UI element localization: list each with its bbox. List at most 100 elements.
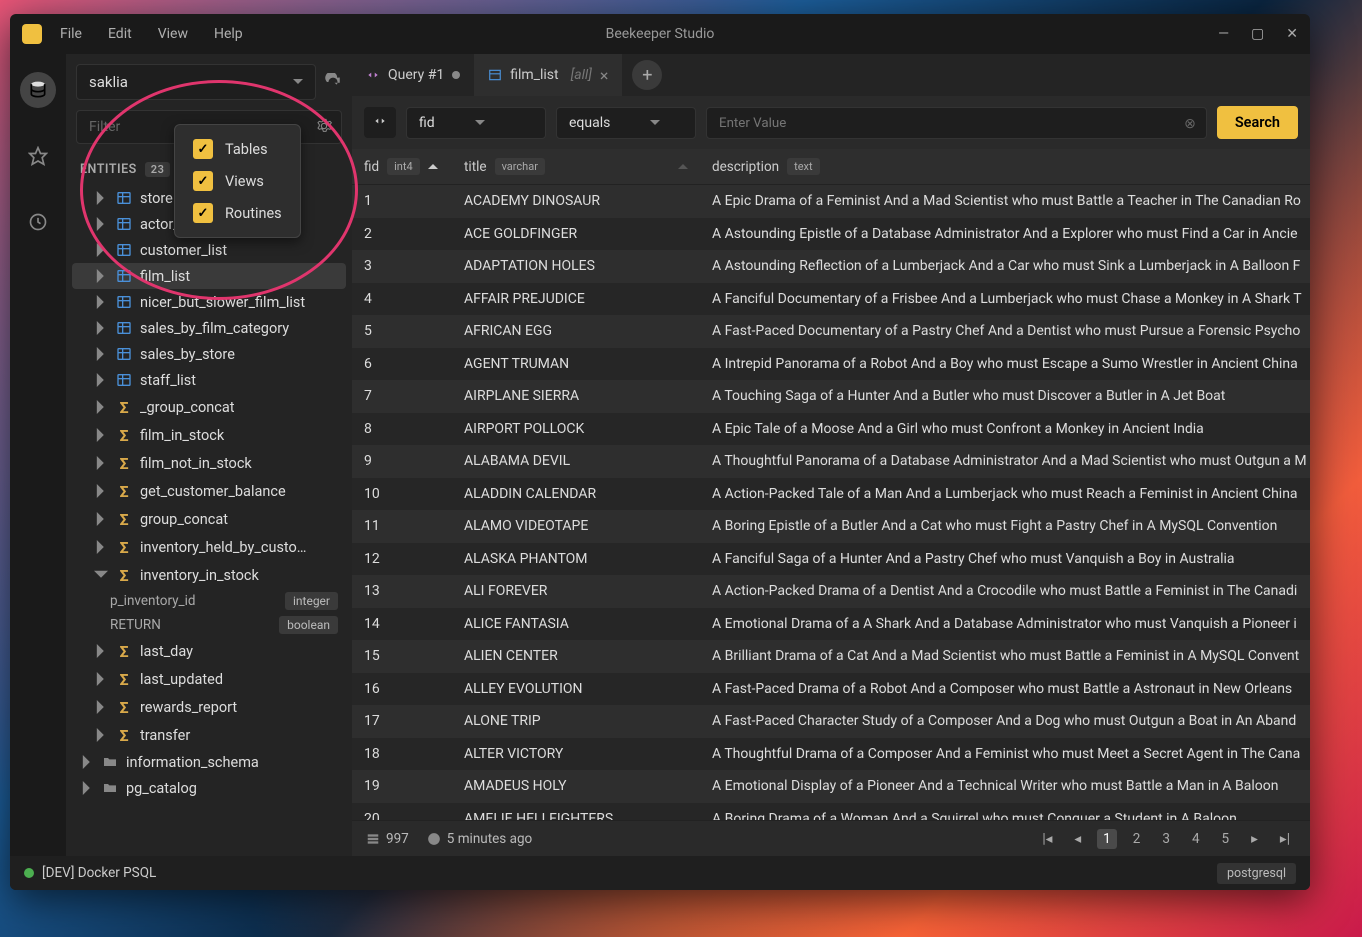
tab-query-#1[interactable]: Query #1 (352, 54, 474, 96)
menu-help[interactable]: Help (214, 26, 243, 42)
col-title[interactable]: titlevarchar (452, 149, 700, 184)
schema-pg_catalog[interactable]: pg_catalog (66, 775, 352, 801)
table-row[interactable]: 18ALTER VICTORYA Thoughtful Drama of a C… (352, 738, 1310, 771)
tree-item-sales_by_film_category[interactable]: sales_by_film_category (66, 315, 352, 341)
clear-icon[interactable]: ⊗ (1184, 116, 1196, 132)
app-logo (22, 24, 42, 44)
table-row[interactable]: 16ALLEY EVOLUTIONA Fast-Paced Drama of a… (352, 673, 1310, 706)
tree-sub: p_inventory_idinteger (66, 589, 352, 613)
left-rail (10, 54, 66, 856)
page-4[interactable]: 4 (1186, 829, 1206, 849)
table-row[interactable]: 17ALONE TRIPA Fast-Paced Character Study… (352, 705, 1310, 738)
menu-view[interactable]: View (158, 26, 188, 42)
tree-item-group_concat[interactable]: Σgroup_concat (66, 505, 352, 533)
table-row[interactable]: 8AIRPORT POLLOCKA Epic Tale of a Moose A… (352, 413, 1310, 446)
search-button[interactable]: Search (1217, 106, 1298, 139)
grid-body[interactable]: 1ACADEMY DINOSAURA Epic Drama of a Femin… (352, 185, 1310, 820)
filter-op-select[interactable]: equals (556, 107, 696, 139)
table-row[interactable]: 2ACE GOLDFINGERA Astounding Epistle of a… (352, 218, 1310, 251)
filter-bar: fid equals ⊗ Search (352, 96, 1310, 149)
page-5[interactable]: 5 (1216, 829, 1236, 849)
page-next-icon[interactable]: ▸ (1245, 829, 1264, 849)
tree-item-get_customer_balance[interactable]: Σget_customer_balance (66, 477, 352, 505)
tree-item-last_day[interactable]: Σlast_day (66, 637, 352, 665)
row-count: 997 (366, 831, 409, 847)
tree-item-film_list[interactable]: film_list (72, 263, 346, 289)
driver-badge: postgresql (1217, 863, 1296, 884)
popup-routines[interactable]: Routines (189, 197, 286, 229)
table-row[interactable]: 1ACADEMY DINOSAURA Epic Drama of a Femin… (352, 185, 1310, 218)
grid-header: fidint4 titlevarchar descriptiontext (352, 149, 1310, 185)
popup-views[interactable]: Views (189, 165, 286, 197)
entity-tree: storeactor_infocustomer_listfilm_listnic… (66, 185, 352, 856)
refresh-icon[interactable] (324, 73, 342, 91)
table-row[interactable]: 7AIRPLANE SIERRAA Touching Saga of a Hun… (352, 380, 1310, 413)
popup-tables[interactable]: Tables (189, 133, 286, 165)
table-row[interactable]: 13ALI FOREVERA Action-Packed Drama of a … (352, 575, 1310, 608)
table-row[interactable]: 20AMELIE HELLFIGHTERSA Boring Drama of a… (352, 803, 1310, 821)
tree-item-inventory_held_by_custo…[interactable]: Σinventory_held_by_custo… (66, 533, 352, 561)
entities-count: 23 (145, 162, 171, 177)
page-prev-icon[interactable]: ◂ (1068, 829, 1087, 849)
page-next-icon[interactable]: ▸| (1274, 829, 1296, 849)
schema-information_schema[interactable]: information_schema (66, 749, 352, 775)
table-row[interactable]: 3ADAPTATION HOLESA Astounding Reflection… (352, 250, 1310, 283)
database-select[interactable]: saklia (76, 64, 316, 100)
window-maximize[interactable]: ▢ (1251, 26, 1264, 42)
table-row[interactable]: 15ALIEN CENTERA Brilliant Drama of a Cat… (352, 640, 1310, 673)
filter-settings-icon[interactable] (316, 118, 332, 134)
sort-icon (678, 162, 688, 172)
table-row[interactable]: 9ALABAMA DEVILA Thoughtful Panorama of a… (352, 445, 1310, 478)
menu-edit[interactable]: Edit (108, 26, 132, 42)
filter-column-select[interactable]: fid (406, 107, 546, 139)
tree-item-sales_by_store[interactable]: sales_by_store (66, 341, 352, 367)
toggle-code-icon[interactable] (364, 107, 396, 138)
tree-item-inventory_in_stock[interactable]: Σinventory_in_stock (66, 561, 352, 589)
table-row[interactable]: 11ALAMO VIDEOTAPEA Boring Epistle of a B… (352, 510, 1310, 543)
last-run: 5 minutes ago (427, 831, 532, 847)
sort-asc-icon (428, 162, 438, 172)
col-fid[interactable]: fidint4 (352, 149, 452, 184)
menu-file[interactable]: File (60, 26, 82, 42)
table-row[interactable]: 4AFFAIR PREJUDICEA Fanciful Documentary … (352, 283, 1310, 316)
tree-item-last_updated[interactable]: Σlast_updated (66, 665, 352, 693)
filter-popup: TablesViewsRoutines (174, 124, 301, 238)
checkbox-icon[interactable] (193, 203, 213, 223)
tree-item-nicer_but_slower_film_list[interactable]: nicer_but_slower_film_list (66, 289, 352, 315)
menubar: File Edit View Help (60, 26, 243, 42)
tree-sub: RETURNboolean (66, 613, 352, 637)
page-2[interactable]: 2 (1127, 829, 1147, 849)
page-1[interactable]: 1 (1097, 829, 1117, 849)
page-3[interactable]: 3 (1156, 829, 1176, 849)
rail-history-icon[interactable] (20, 204, 56, 240)
table-row[interactable]: 6AGENT TRUMANA Intrepid Panorama of a Ro… (352, 348, 1310, 381)
table-row[interactable]: 12ALASKA PHANTOMA Fanciful Saga of a Hun… (352, 543, 1310, 576)
tab-film_list[interactable]: film_list[all]× (474, 54, 622, 96)
table-row[interactable]: 5AFRICAN EGGA Fast-Paced Documentary of … (352, 315, 1310, 348)
window-minimize[interactable]: — (1218, 26, 1229, 42)
checkbox-icon[interactable] (193, 171, 213, 191)
rail-database-icon[interactable] (20, 72, 56, 108)
tree-item-rewards_report[interactable]: Σrewards_report (66, 693, 352, 721)
table-row[interactable]: 10ALADDIN CALENDARA Action-Packed Tale o… (352, 478, 1310, 511)
filter-value-input[interactable] (719, 116, 1194, 131)
grid-status-bar: 997 5 minutes ago |◂ ◂ 12345 ▸ ▸| (352, 820, 1310, 856)
tree-item-staff_list[interactable]: staff_list (66, 367, 352, 393)
tab-dirty-icon (452, 71, 460, 79)
tab-add-button[interactable]: + (632, 60, 662, 90)
page-prev-icon[interactable]: |◂ (1036, 829, 1058, 849)
window-close[interactable]: ✕ (1286, 26, 1298, 42)
tree-item-film_not_in_stock[interactable]: Σfilm_not_in_stock (66, 449, 352, 477)
table-row[interactable]: 19AMADEUS HOLYA Emotional Display of a P… (352, 770, 1310, 803)
tree-item-film_in_stock[interactable]: Σfilm_in_stock (66, 421, 352, 449)
table-row[interactable]: 14ALICE FANTASIAA Emotional Drama of a A… (352, 608, 1310, 641)
tab-close-icon[interactable]: × (600, 66, 609, 85)
pagination: |◂ ◂ 12345 ▸ ▸| (1036, 829, 1296, 849)
tree-item-customer_list[interactable]: customer_list (66, 237, 352, 263)
rail-star-icon[interactable] (20, 138, 56, 174)
checkbox-icon[interactable] (193, 139, 213, 159)
connection-bar: [DEV] Docker PSQL postgresql (10, 856, 1310, 890)
tree-item-transfer[interactable]: Σtransfer (66, 721, 352, 749)
tree-item-_group_concat[interactable]: Σ_group_concat (66, 393, 352, 421)
col-description[interactable]: descriptiontext (700, 149, 1310, 184)
